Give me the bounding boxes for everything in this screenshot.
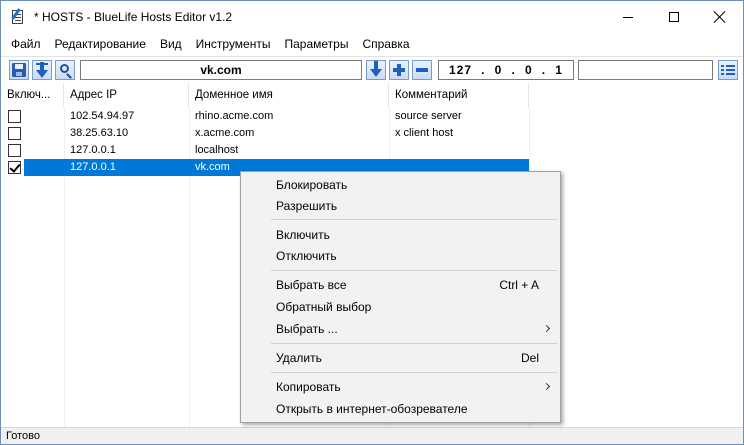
menu-file[interactable]: Файл bbox=[4, 35, 48, 53]
minimize-button[interactable] bbox=[605, 1, 651, 33]
menu-separator bbox=[271, 343, 557, 344]
context-item-enable[interactable]: Включить bbox=[242, 224, 559, 246]
menu-edit[interactable]: Редактирование bbox=[48, 35, 153, 53]
column-domain[interactable]: Доменное имя bbox=[189, 83, 389, 107]
search-icon bbox=[59, 63, 69, 73]
move-down-button[interactable] bbox=[366, 60, 386, 80]
cell-domain: localhost bbox=[195, 144, 239, 156]
cell-domain: vk.com bbox=[195, 161, 230, 173]
context-item-disable[interactable]: Отключить bbox=[242, 245, 559, 267]
ip-dot: . bbox=[481, 63, 486, 77]
cell-ip: 102.54.94.97 bbox=[70, 110, 135, 122]
app-window: * HOSTS - BlueLife Hosts Editor v1.2 Фай… bbox=[0, 0, 744, 445]
table-row[interactable]: 102.54.94.97 rhino.acme.com source serve… bbox=[1, 108, 529, 125]
maximize-icon bbox=[669, 12, 679, 22]
menu-bar: Файл Редактирование Вид Инструменты Пара… bbox=[1, 33, 743, 55]
comment-field[interactable] bbox=[578, 60, 713, 80]
toolbar: vk.com 127 . 0 . 0 . 1 bbox=[1, 56, 743, 82]
menu-tools[interactable]: Инструменты bbox=[189, 35, 278, 53]
menu-separator bbox=[271, 270, 557, 271]
cell-comment bbox=[389, 142, 395, 159]
menu-help[interactable]: Справка bbox=[355, 35, 416, 53]
domain-field[interactable]: vk.com bbox=[80, 60, 362, 80]
ip-octet-3: 0 bbox=[524, 63, 533, 77]
close-button[interactable] bbox=[697, 1, 743, 33]
menu-settings[interactable]: Параметры bbox=[277, 35, 355, 53]
context-item-label: Обратный выбор bbox=[276, 300, 372, 314]
ip-octet-1: 127 bbox=[449, 63, 473, 77]
context-item-label: Включить bbox=[276, 228, 330, 242]
context-item-copy[interactable]: Копировать bbox=[242, 376, 559, 398]
save-icon bbox=[12, 63, 26, 77]
ip-field[interactable]: 127 . 0 . 0 . 1 bbox=[438, 60, 574, 80]
ip-octet-4: 1 bbox=[555, 63, 563, 77]
status-text: Готово bbox=[6, 430, 40, 442]
domain-field-value: vk.com bbox=[200, 63, 242, 77]
list-icon bbox=[721, 64, 735, 76]
context-item-select-submenu[interactable]: Выбрать ... bbox=[242, 318, 559, 340]
shortcut-label: Ctrl + A bbox=[499, 278, 539, 292]
download-arrow-icon bbox=[33, 61, 51, 79]
cell-comment: x client host bbox=[395, 127, 454, 139]
save-button[interactable] bbox=[9, 60, 29, 80]
context-item-label: Выбрать все bbox=[276, 278, 347, 292]
minimize-icon bbox=[623, 16, 633, 18]
row-checkbox[interactable] bbox=[8, 144, 21, 157]
context-item-delete[interactable]: Удалить Del bbox=[242, 347, 559, 369]
context-item-invert-selection[interactable]: Обратный выбор bbox=[242, 296, 559, 318]
status-bar: Готово bbox=[1, 427, 743, 444]
context-item-allow[interactable]: Разрешить bbox=[242, 195, 559, 217]
row-checkbox-checked[interactable] bbox=[8, 161, 21, 174]
table-row[interactable]: 38.25.63.10 x.acme.com x client host bbox=[1, 125, 529, 142]
context-item-label: Копировать bbox=[276, 380, 341, 394]
chevron-right-icon bbox=[542, 382, 551, 391]
maximize-button[interactable] bbox=[651, 1, 697, 33]
ip-dot: . bbox=[511, 63, 516, 77]
close-icon bbox=[714, 11, 726, 23]
context-item-label: Отключить bbox=[276, 249, 337, 263]
context-item-label: Блокировать bbox=[276, 178, 348, 192]
cell-ip: 38.25.63.10 bbox=[70, 127, 129, 139]
context-item-label: Открыть в интернет-обозревателе bbox=[276, 402, 468, 416]
table-header: Включ... Адрес IP Доменное имя Комментар… bbox=[1, 83, 743, 107]
chevron-right-icon bbox=[542, 324, 551, 333]
cell-ip: 127.0.0.1 bbox=[70, 161, 116, 173]
download-button[interactable] bbox=[32, 60, 52, 80]
window-title: * HOSTS - BlueLife Hosts Editor v1.2 bbox=[34, 10, 233, 24]
cell-domain: rhino.acme.com bbox=[195, 110, 274, 122]
context-item-label: Выбрать ... bbox=[276, 322, 338, 336]
context-item-label: Удалить bbox=[276, 351, 322, 365]
row-checkbox[interactable] bbox=[8, 127, 21, 140]
remove-icon bbox=[416, 68, 428, 72]
cell-ip: 127.0.0.1 bbox=[70, 144, 116, 156]
add-button[interactable] bbox=[389, 60, 409, 80]
cell-domain: x.acme.com bbox=[195, 127, 255, 139]
table-row[interactable]: 127.0.0.1 localhost bbox=[1, 142, 529, 159]
ip-dot: . bbox=[541, 63, 547, 77]
ip-octet-2: 0 bbox=[494, 63, 503, 77]
context-item-open-in-browser[interactable]: Открыть в интернет-обозревателе bbox=[242, 398, 559, 420]
remove-button[interactable] bbox=[412, 60, 432, 80]
column-enabled[interactable]: Включ... bbox=[1, 83, 64, 107]
arrow-down-icon bbox=[370, 61, 382, 77]
cell-comment: source server bbox=[395, 110, 462, 122]
shortcut-label: Del bbox=[520, 351, 539, 365]
column-comment[interactable]: Комментарий bbox=[389, 83, 529, 107]
context-item-block[interactable]: Блокировать bbox=[242, 174, 559, 196]
title-bar[interactable]: * HOSTS - BlueLife Hosts Editor v1.2 bbox=[1, 1, 743, 33]
context-item-label: Разрешить bbox=[276, 199, 338, 213]
menu-separator bbox=[271, 219, 557, 220]
column-ip[interactable]: Адрес IP bbox=[64, 83, 189, 107]
menu-view[interactable]: Вид bbox=[153, 35, 189, 53]
row-checkbox[interactable] bbox=[8, 110, 21, 123]
context-menu: Блокировать Разрешить Включить Отключить… bbox=[240, 171, 561, 423]
menu-separator bbox=[271, 372, 557, 373]
notepad-pencil-icon bbox=[10, 8, 26, 25]
add-icon bbox=[393, 64, 405, 76]
context-item-select-all[interactable]: Выбрать все Ctrl + A bbox=[242, 274, 559, 296]
view-list-button[interactable] bbox=[718, 60, 738, 80]
search-button[interactable] bbox=[55, 60, 75, 80]
